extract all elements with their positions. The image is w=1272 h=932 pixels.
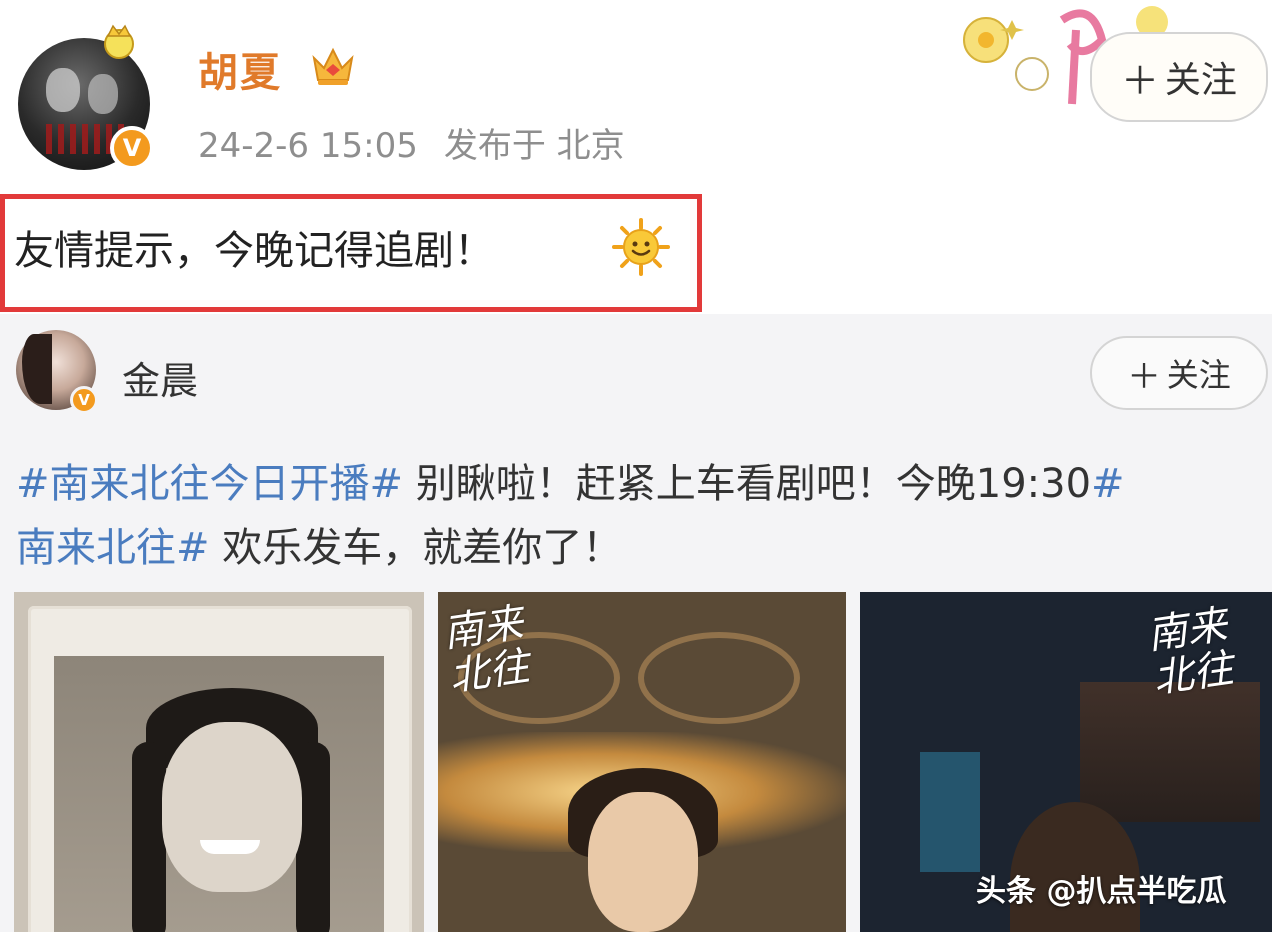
photo-braid [132, 742, 166, 932]
photo-smile [200, 840, 260, 854]
vip-crown-icon [312, 47, 354, 85]
verified-badge-icon: V [70, 386, 98, 414]
post-meta: 24-2-6 15:05 发布于 北京 [198, 118, 625, 167]
repost-plain-text: 欢乐发车，就差你了！ [209, 525, 623, 571]
still-bowl [638, 632, 800, 724]
hashtag-link[interactable]: #南来北往今日开播# [16, 461, 403, 507]
sun-emoji-icon [612, 218, 670, 276]
plus-icon: ＋ [1121, 58, 1159, 103]
avatar-face [46, 68, 80, 112]
photo-face [162, 722, 302, 892]
crown-decoration-icon [104, 24, 134, 59]
still-lamp [920, 752, 980, 872]
repost-image-1[interactable] [14, 592, 424, 932]
watermark: 头条 @扒点半吃瓜 [976, 874, 1227, 909]
plus-icon: ＋ [1127, 356, 1161, 396]
follow-button[interactable]: ＋关注 [1090, 32, 1268, 122]
still-face [588, 792, 698, 932]
repost-text-line: 南来北往# 欢乐发车，就差你了！ [16, 516, 1262, 580]
repost-text-line: #南来北往今日开播# 别瞅啦！赶紧上车看剧吧！今晚19:30# [16, 452, 1262, 516]
repost-image-2[interactable]: 南来北往 [438, 592, 846, 932]
avatar-hair [22, 334, 52, 404]
show-logo: 南来北往 [440, 599, 533, 701]
still-shelf [1080, 682, 1260, 822]
avatar-face [88, 74, 118, 114]
verified-badge-icon: V [110, 126, 154, 170]
repost-username[interactable]: 金晨 [122, 350, 198, 405]
repost-plain-text: 别瞅啦！赶紧上车看剧吧！今晚19:30 [403, 461, 1092, 507]
post-timestamp: 24-2-6 15:05 [198, 126, 418, 166]
show-logo: 南来北往 [1144, 601, 1237, 703]
hashtag-link[interactable]: # [1091, 461, 1125, 507]
post-username[interactable]: 胡夏 [198, 40, 282, 98]
photo-braid [296, 742, 330, 932]
follow-label: 关注 [1166, 356, 1231, 394]
post-text: 友情提示，今晚记得追剧！ [14, 228, 494, 274]
hashtag-link[interactable]: 南来北往# [16, 525, 210, 571]
follow-button-repost[interactable]: ＋关注 [1090, 336, 1268, 410]
post-location: 发布于 北京 [443, 126, 625, 166]
follow-label: 关注 [1164, 60, 1237, 101]
repost-text: #南来北往今日开播# 别瞅啦！赶紧上车看剧吧！今晚19:30# 南来北往# 欢乐… [16, 452, 1262, 580]
